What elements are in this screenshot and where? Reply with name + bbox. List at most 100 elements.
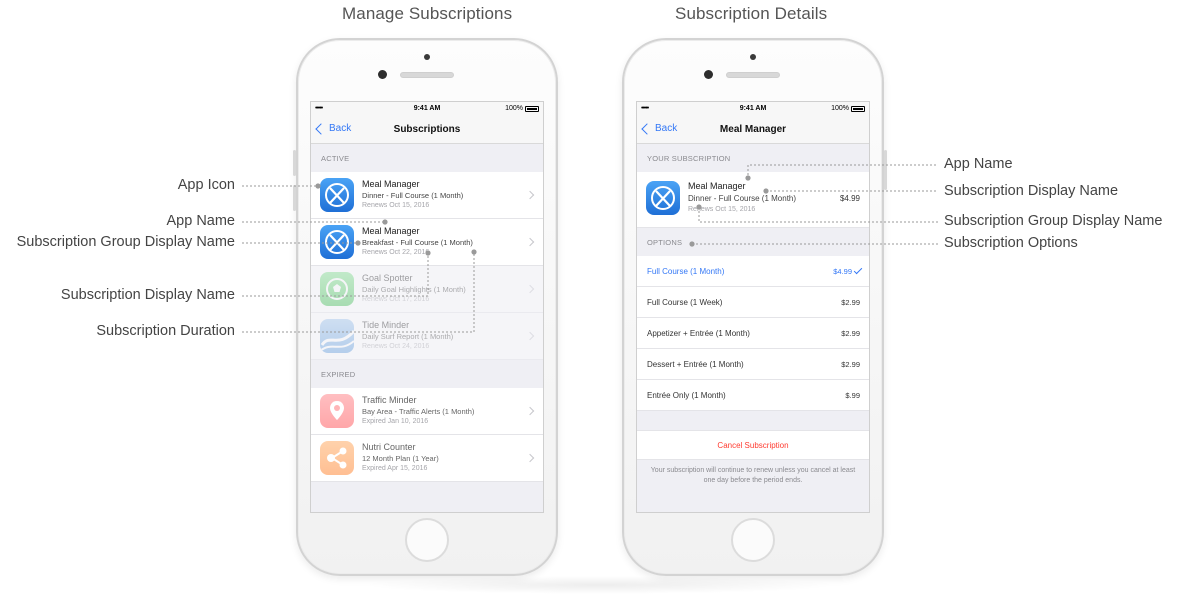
annotation-right-display-name: Subscription Display Name [944,183,1119,199]
app-name: Nutri Counter [362,442,416,452]
subscription-plan: Dinner - Full Course (1 Month) [688,194,797,203]
app-name: Goal Spotter [362,273,413,283]
option-label: Appetizer + Entrée (1 Month) [647,329,750,338]
renewal-date: Renews Oct 24, 2016 [362,343,430,350]
fork-knife-icon [646,181,680,215]
annotation-right-group-name: Subscription Group Display Name [944,213,1163,229]
expiry-date: Expired Jan 10, 2016 [362,418,429,425]
app-name: Tide Minder [362,320,410,330]
proximity-sensor [750,54,756,60]
option-price: $2.99 [841,329,860,338]
section-header-your-subscription: YOUR SUBSCRIPTION [647,154,731,163]
annotation-right-app-name: App Name [944,156,1013,172]
subscription-row[interactable]: Traffic Minder Bay Area - Traffic Alerts… [311,388,543,435]
map-pin-icon [320,394,354,428]
phone-manage-subscriptions: ••••• 9:41 AM 100% Back Subscriptions AC… [293,38,558,576]
app-name: Meal Manager [688,181,746,191]
battery-percent: 100% [505,105,523,112]
subscription-row[interactable]: Nutri Counter 12 Month Plan (1 Year) Exp… [311,435,543,482]
annotation-app-icon: App Icon [177,177,235,193]
subscription-plan: Dinner - Full Course (1 Month) [362,191,464,200]
expiry-date: Expired Apr 15, 2016 [362,465,428,472]
annotation-display-name: Subscription Display Name [60,287,235,303]
subscription-row[interactable]: Meal Manager Breakfast - Full Course (1 … [311,219,543,266]
section-header-options: OPTIONS [647,238,683,247]
renewal-date: Renews Oct 22, 2016 [362,249,430,256]
option-label: Entrée Only (1 Month) [647,391,726,400]
subscription-row[interactable]: Tide Minder Daily Surf Report (1 Month) … [311,313,543,360]
navigation-bar: Back Meal Manager [637,116,869,144]
subscription-plan: Bay Area - Traffic Alerts (1 Month) [362,407,475,416]
battery-icon [525,105,539,112]
earpiece-speaker [400,72,454,78]
volume-button [293,185,296,211]
proximity-sensor [424,54,430,60]
fork-knife-icon [320,225,354,259]
heading-subscription-details: Subscription Details [675,4,828,23]
renewal-date: Renews Oct 17, 2016 [362,296,430,303]
home-button [405,518,449,562]
chevron-right-icon [525,190,535,200]
subscription-plan: Daily Surf Report (1 Month) [362,332,454,341]
subscription-plan: 12 Month Plan (1 Year) [362,454,439,463]
heading-manage-subscriptions: Manage Subscriptions [342,4,513,23]
power-button [884,150,887,190]
screen: ••••• 9:41 AM 100% Back Subscriptions AC… [310,101,544,513]
option-label: Full Course (1 Month) [647,267,725,276]
share-nodes-icon [320,441,354,475]
chevron-right-icon [525,406,535,416]
checkmark-icon [853,265,863,275]
nav-title: Subscriptions [393,124,461,135]
current-subscription: Meal Manager Dinner - Full Course (1 Mon… [637,172,869,228]
option-row[interactable]: Full Course (1 Month) $4.99 [637,256,869,287]
chevron-right-icon [525,284,535,294]
battery-icon [851,105,865,112]
fork-knife-icon [320,178,354,212]
section-header-expired: EXPIRED [321,370,356,379]
volume-button [293,150,296,176]
option-row[interactable]: Full Course (1 Week) $2.99 [637,287,869,318]
subscription-row[interactable]: Meal Manager Dinner - Full Course (1 Mon… [311,172,543,219]
status-bar: ••••• 9:41 AM 100% [637,102,869,116]
chevron-right-icon [525,453,535,463]
floor-shadow [360,576,840,594]
option-price: $2.99 [841,298,860,307]
subscription-plan: Daily Goal Highlights (1 Month) [362,285,466,294]
app-name: Meal Manager [362,226,420,236]
renewal-footnote: Your subscription will continue to renew… [650,467,856,485]
phone-subscription-details: ••••• 9:41 AM 100% Back Meal Manager YOU… [622,38,887,576]
cancel-subscription-button[interactable]: Cancel Subscription [637,430,869,460]
option-row[interactable]: Appetizer + Entrée (1 Month) $2.99 [637,318,869,349]
subscription-row[interactable]: Goal Spotter Daily Goal Highlights (1 Mo… [311,266,543,313]
annotation-app-name: App Name [166,213,235,229]
subscription-plan: Breakfast - Full Course (1 Month) [362,238,473,247]
front-camera [704,70,713,79]
screen: ••••• 9:41 AM 100% Back Meal Manager YOU… [636,101,870,513]
nav-title: Meal Manager [719,124,787,135]
status-bar: ••••• 9:41 AM 100% [311,102,543,116]
option-label: Dessert + Entrée (1 Month) [647,360,744,369]
renewal-date: Renews Oct 15, 2016 [362,202,430,209]
battery-indicator: 100% [505,105,539,112]
battery-indicator: 100% [831,105,865,112]
app-name: Meal Manager [362,179,420,189]
battery-percent: 100% [831,105,849,112]
option-price: $2.99 [841,360,860,369]
renewal-date: Renews Oct 15, 2016 [688,206,756,213]
wave-icon [320,319,354,353]
soccer-ball-icon [320,272,354,306]
front-camera [378,70,387,79]
option-row[interactable]: Entrée Only (1 Month) $.99 [637,380,869,411]
annotation-options: Subscription Options [944,235,1078,251]
app-name: Traffic Minder [362,395,417,405]
cancel-label: Cancel Subscription [717,441,789,450]
home-button [731,518,775,562]
current-price: $4.99 [839,194,860,203]
section-header-active: ACTIVE [321,154,350,163]
navigation-bar: Back Subscriptions [311,116,543,144]
annotation-group-name: Subscription Group Display Name [16,234,235,250]
earpiece-speaker [726,72,780,78]
option-price: $.99 [845,391,860,400]
option-row[interactable]: Dessert + Entrée (1 Month) $2.99 [637,349,869,380]
chevron-right-icon [525,237,535,247]
